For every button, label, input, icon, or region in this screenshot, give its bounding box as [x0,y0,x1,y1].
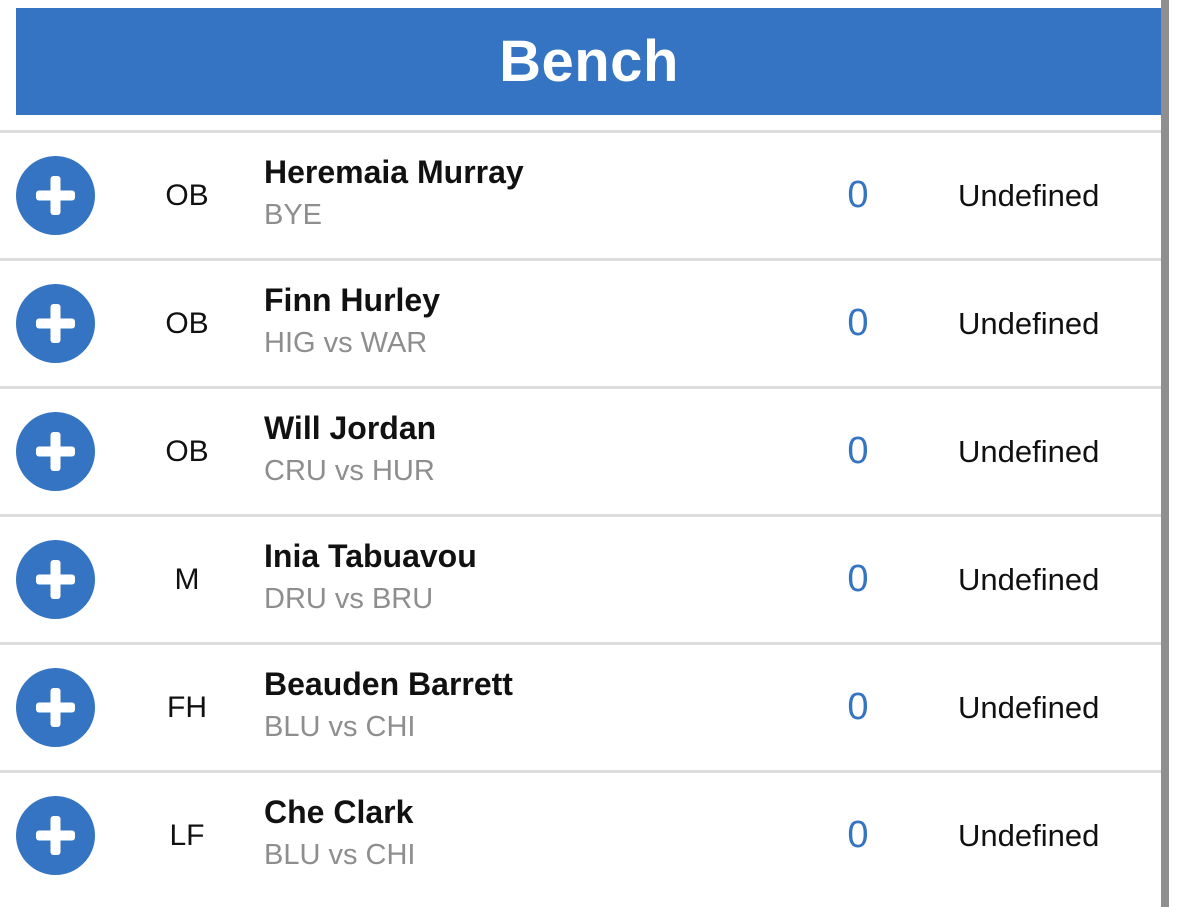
plus-icon [36,432,75,471]
plus-icon [36,176,75,215]
bench-player-list: OB Heremaia Murray BYE 0 Undefined OB Fi… [0,130,1161,898]
player-name[interactable]: Heremaia Murray [264,154,524,191]
player-points: 0 [847,302,869,344]
player-row: FH Beauden Barrett BLU vs CHI 0 Undefine… [0,642,1161,770]
plus-icon [36,560,75,599]
add-player-button[interactable] [16,156,95,235]
player-name[interactable]: Beauden Barrett [264,666,513,703]
plus-icon [36,304,75,343]
player-fixture: CRU vs HUR [264,455,435,487]
player-row: M Inia Tabuavou DRU vs BRU 0 Undefined [0,514,1161,642]
player-name[interactable]: Finn Hurley [264,282,440,319]
player-fixture: BYE [264,199,323,231]
player-fixture: DRU vs BRU [264,583,434,615]
player-row: LF Che Clark BLU vs CHI 0 Undefined [0,770,1161,898]
player-row: OB Finn Hurley HIG vs WAR 0 Undefined [0,258,1161,386]
player-fixture: BLU vs CHI [264,839,416,871]
player-position: OB [165,434,209,468]
player-position: OB [165,178,209,212]
player-row: OB Will Jordan CRU vs HUR 0 Undefined [0,386,1161,514]
player-fixture: BLU vs CHI [264,711,416,743]
player-position: M [174,562,200,596]
player-status: Undefined [958,305,1100,341]
player-name[interactable]: Inia Tabuavou [264,538,477,575]
bench-header: Bench [16,8,1162,115]
add-player-button[interactable] [16,540,95,619]
player-status: Undefined [958,177,1100,213]
player-row: OB Heremaia Murray BYE 0 Undefined [0,130,1161,258]
player-status: Undefined [958,433,1100,469]
player-name[interactable]: Will Jordan [264,410,436,447]
player-points: 0 [847,814,869,856]
player-position: OB [165,306,209,340]
add-player-button[interactable] [16,796,95,875]
player-name[interactable]: Che Clark [264,794,413,831]
plus-icon [36,816,75,855]
player-status: Undefined [958,689,1100,725]
player-position: FH [167,690,207,724]
plus-icon [36,688,75,727]
scrollbar[interactable] [1161,0,1169,907]
player-status: Undefined [958,561,1100,597]
player-points: 0 [847,174,869,216]
player-points: 0 [847,430,869,472]
add-player-button[interactable] [16,412,95,491]
player-status: Undefined [958,817,1100,853]
page-title: Bench [499,29,679,94]
player-position: LF [169,818,205,852]
add-player-button[interactable] [16,284,95,363]
player-points: 0 [847,558,869,600]
add-player-button[interactable] [16,668,95,747]
player-fixture: HIG vs WAR [264,327,428,359]
player-points: 0 [847,686,869,728]
